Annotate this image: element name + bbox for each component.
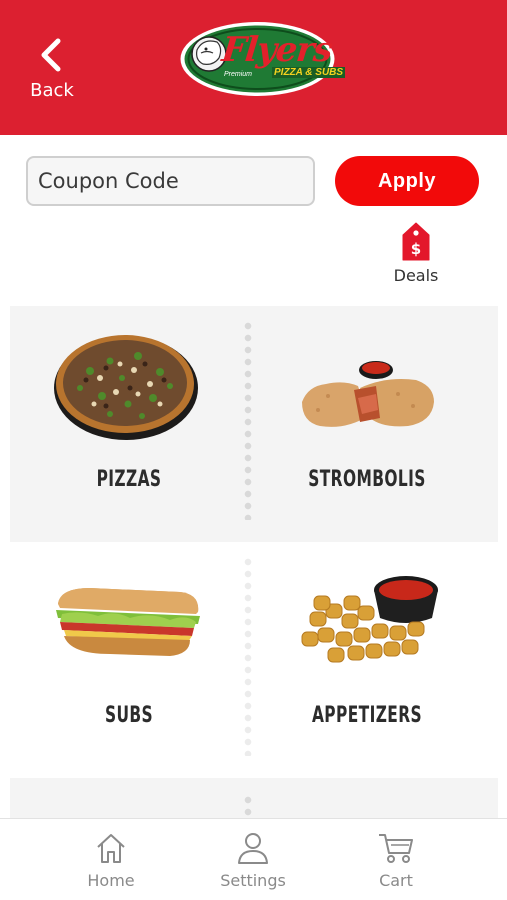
sub-sandwich-image: [56, 588, 200, 656]
logo-tagline: PIZZA & SUBS: [272, 67, 346, 78]
category-pizzas[interactable]: PIZZAS: [10, 306, 248, 542]
tab-home[interactable]: Home: [61, 831, 161, 890]
deals-button[interactable]: $ Deals: [390, 222, 442, 285]
tab-home-label: Home: [87, 871, 135, 890]
bottom-tab-bar: Home Settings Cart: [0, 818, 507, 900]
category-label: STROMBOLIS: [308, 467, 426, 492]
category-appetizers[interactable]: APPETIZERS: [248, 542, 486, 778]
price-tag-dollar-icon: $: [402, 222, 430, 261]
category-row: PIZZAS STROMBOLIS: [10, 306, 498, 542]
category-label: PIZZAS: [96, 467, 162, 492]
app-header: Back Flyers PIZZA & SUBS Premium: [0, 0, 507, 135]
svg-text:$: $: [411, 240, 421, 258]
cart-icon: [379, 834, 413, 863]
back-label: Back: [30, 80, 74, 101]
tab-settings-label: Settings: [220, 871, 286, 890]
chevron-left-icon: [41, 38, 61, 72]
logo-premium-text: Premium: [224, 71, 253, 78]
tab-cart-label: Cart: [379, 871, 413, 890]
apply-coupon-button[interactable]: Apply: [335, 156, 479, 206]
category-label: APPETIZERS: [311, 703, 423, 728]
home-icon: [97, 834, 125, 863]
pizza-image: [54, 335, 198, 440]
category-strombolis[interactable]: STROMBOLIS: [248, 306, 486, 542]
person-icon: [238, 833, 268, 864]
category-subs[interactable]: SUBS: [10, 542, 248, 778]
category-row: [10, 778, 498, 818]
coupon-code-input[interactable]: [26, 156, 315, 206]
category-row: SUBS APPETIZERS: [10, 542, 498, 778]
tab-settings[interactable]: Settings: [203, 831, 303, 890]
column-divider: [244, 794, 252, 818]
back-button[interactable]: Back: [22, 38, 82, 110]
cheese-bites-image: [301, 576, 438, 663]
logo-brand-text: Flyers: [219, 30, 334, 70]
category-label: SUBS: [104, 703, 154, 728]
deals-label: Deals: [393, 266, 439, 285]
stromboli-image: [302, 361, 434, 427]
tab-cart[interactable]: Cart: [346, 831, 446, 890]
